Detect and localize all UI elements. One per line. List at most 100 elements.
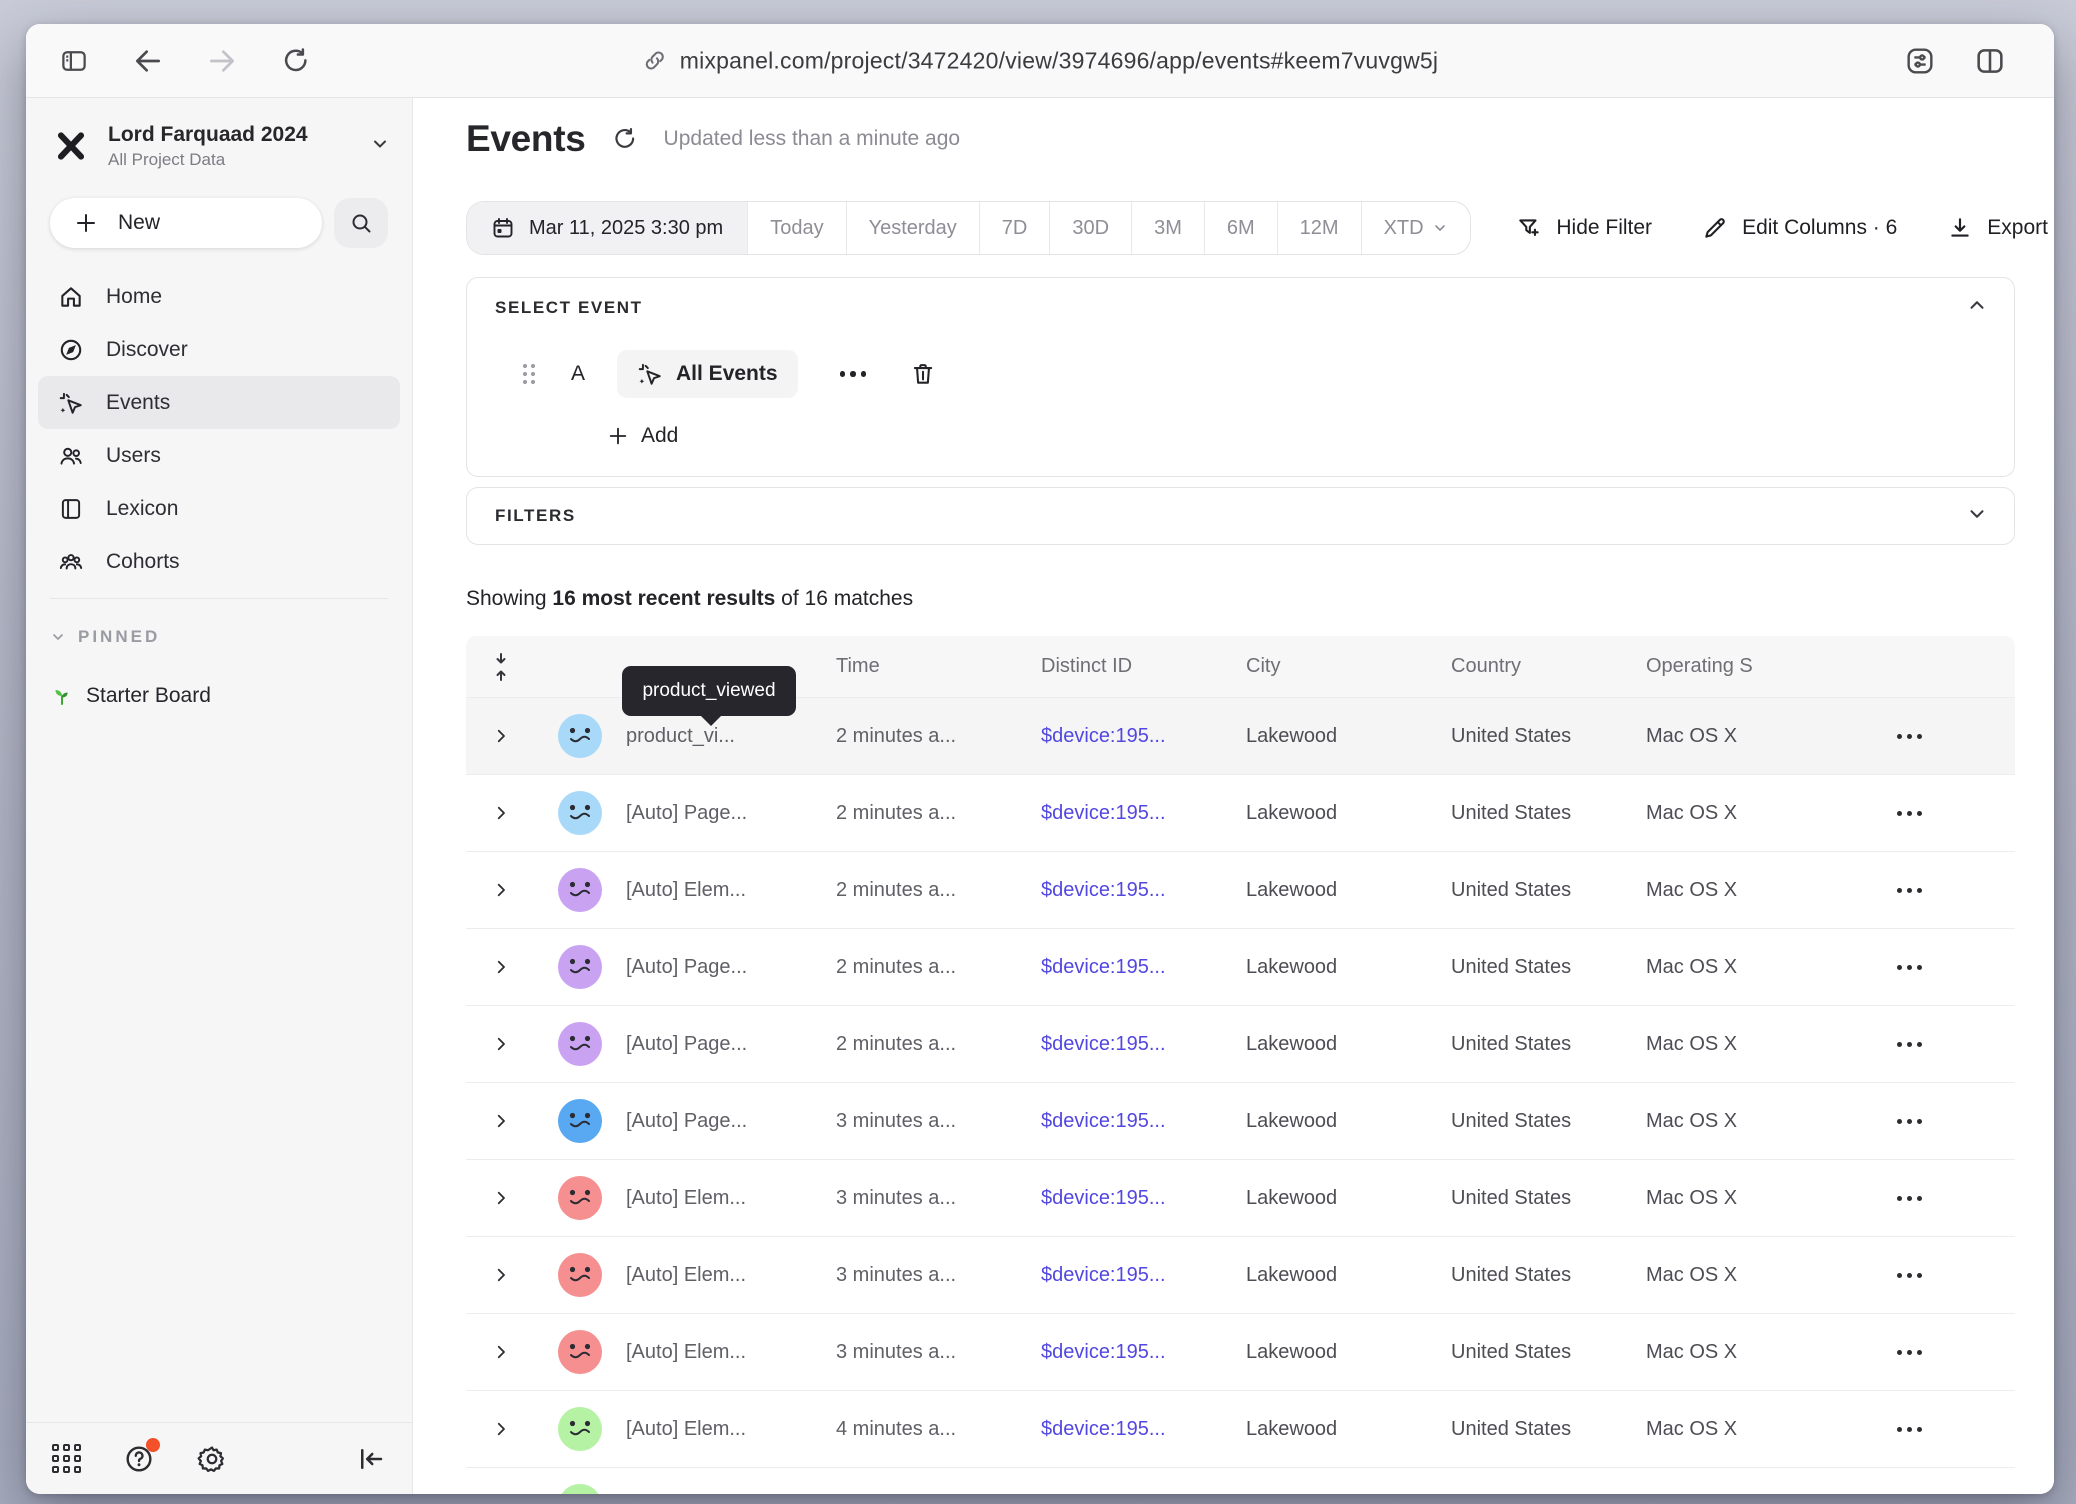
edit-columns-button[interactable]: Edit Columns · 6 bbox=[1702, 215, 1897, 241]
reload-icon[interactable] bbox=[274, 39, 318, 83]
mixpanel-logo bbox=[50, 125, 92, 167]
event-spark-icon bbox=[637, 361, 663, 387]
sidebar-item-lexicon[interactable]: Lexicon bbox=[38, 482, 400, 535]
sidebar-item-users[interactable]: Users bbox=[38, 429, 400, 482]
table-row[interactable]: [Auto] Page... 2 minutes a... $device:19… bbox=[466, 1006, 2015, 1083]
forward-icon[interactable] bbox=[200, 39, 244, 83]
table-row[interactable]: [Auto] Elem... 2 minutes a... $device:19… bbox=[466, 852, 2015, 929]
drag-handle[interactable] bbox=[523, 364, 535, 384]
expand-row-icon[interactable] bbox=[492, 958, 510, 976]
range-7d[interactable]: 7D bbox=[980, 202, 1051, 254]
collapse-rows-icon[interactable] bbox=[491, 651, 511, 683]
city-cell: Lakewood bbox=[1246, 802, 1451, 825]
expand-row-icon[interactable] bbox=[492, 804, 510, 822]
chevron-up-icon[interactable] bbox=[1966, 294, 1988, 321]
distinct-id-link[interactable]: $device:195... bbox=[1041, 1110, 1246, 1133]
distinct-id-link[interactable]: $device:195... bbox=[1041, 956, 1246, 979]
row-actions-icon[interactable] bbox=[1897, 965, 2015, 970]
hide-filter-button[interactable]: Hide Filter bbox=[1516, 215, 1652, 241]
sidebar-item-events[interactable]: Events bbox=[38, 376, 400, 429]
export-button[interactable]: Export bbox=[1947, 215, 2048, 241]
expand-row-icon[interactable] bbox=[492, 1035, 510, 1053]
refresh-icon[interactable] bbox=[612, 126, 638, 152]
cohorts-icon bbox=[58, 549, 84, 575]
row-actions-icon[interactable] bbox=[1897, 888, 2015, 893]
distinct-id-link[interactable]: $device:195... bbox=[1041, 1341, 1246, 1364]
table-row[interactable]: [Auto] Elem... 3 minutes a... $device:19… bbox=[466, 1160, 2015, 1237]
row-actions-icon[interactable] bbox=[1897, 1273, 2015, 1278]
expand-row-icon[interactable] bbox=[492, 1266, 510, 1284]
row-actions-icon[interactable] bbox=[1897, 811, 2015, 816]
sidebar-divider bbox=[50, 598, 388, 599]
range-yesterday[interactable]: Yesterday bbox=[847, 202, 980, 254]
new-button[interactable]: New bbox=[50, 198, 322, 248]
pinned-section-header[interactable]: PINNED bbox=[50, 622, 160, 652]
trash-icon[interactable] bbox=[910, 361, 936, 387]
expand-row-icon[interactable] bbox=[492, 1112, 510, 1130]
time-cell: 3 minutes a... bbox=[836, 1264, 1041, 1287]
tooltip: product_viewed bbox=[622, 666, 796, 716]
range-12m[interactable]: 12M bbox=[1278, 202, 1362, 254]
more-options-icon[interactable] bbox=[840, 371, 867, 377]
project-switcher[interactable]: Lord Farquaad 2024 All Project Data bbox=[50, 114, 396, 178]
distinct-id-link[interactable]: $device:195... bbox=[1041, 725, 1246, 748]
country-cell: United States bbox=[1451, 802, 1646, 825]
row-actions-icon[interactable] bbox=[1897, 1196, 2015, 1201]
row-actions-icon[interactable] bbox=[1897, 1427, 2015, 1432]
event-avatar bbox=[558, 1330, 602, 1374]
page-title: Events bbox=[466, 118, 586, 160]
settings-gear-icon[interactable] bbox=[197, 1444, 227, 1474]
expand-row-icon[interactable] bbox=[492, 1343, 510, 1361]
distinct-id-link[interactable]: $device:195... bbox=[1041, 879, 1246, 902]
os-cell: Mac OS X bbox=[1646, 879, 1871, 902]
expand-row-icon[interactable] bbox=[492, 727, 510, 745]
table-row[interactable]: [Auto] Elem... 3 minutes a... $device:19… bbox=[466, 1237, 2015, 1314]
range-30d[interactable]: 30D bbox=[1050, 202, 1132, 254]
sidebar-item-home[interactable]: Home bbox=[38, 270, 400, 323]
row-actions-icon[interactable] bbox=[1897, 734, 2015, 739]
back-icon[interactable] bbox=[126, 39, 170, 83]
time-cell: 3 minutes a... bbox=[836, 1187, 1041, 1210]
address-bar[interactable]: mixpanel.com/project/3472420/view/397469… bbox=[642, 47, 1438, 74]
sidebar-item-cohorts[interactable]: Cohorts bbox=[38, 535, 400, 588]
event-avatar bbox=[558, 1253, 602, 1297]
range-3m[interactable]: 3M bbox=[1132, 202, 1205, 254]
city-cell: Lakewood bbox=[1246, 956, 1451, 979]
reader-options-icon[interactable] bbox=[1898, 39, 1942, 83]
expand-row-icon[interactable] bbox=[492, 1189, 510, 1207]
distinct-id-link[interactable]: $device:195... bbox=[1041, 1264, 1246, 1287]
sidebar-item-starter-board[interactable]: Starter Board bbox=[50, 676, 211, 716]
sidebar-toggle-icon[interactable] bbox=[52, 39, 96, 83]
sidebar-item-label: Users bbox=[106, 444, 161, 468]
add-event-button[interactable]: Add bbox=[607, 424, 678, 448]
distinct-id-link[interactable]: $device:195... bbox=[1041, 1418, 1246, 1441]
range-xtd[interactable]: XTD bbox=[1362, 202, 1470, 254]
date-label: Mar 11, 2025 3:30 pm bbox=[529, 217, 723, 240]
table-row[interactable]: [Auto] Page... 2 minutes a... $device:19… bbox=[466, 929, 2015, 1006]
table-row[interactable]: [Auto] Page... 3 minutes a... $device:19… bbox=[466, 1083, 2015, 1160]
sidebar-item-discover[interactable]: Discover bbox=[38, 323, 400, 376]
apps-grid-icon[interactable] bbox=[52, 1444, 81, 1473]
range-today[interactable]: Today bbox=[748, 202, 846, 254]
distinct-id-link[interactable]: $device:195... bbox=[1041, 802, 1246, 825]
table-row[interactable]: [Auto] Elem... 4 minutes a... $device:19… bbox=[466, 1391, 2015, 1468]
table-row[interactable]: [Auto] Elem... 3 minutes a... $device:19… bbox=[466, 1314, 2015, 1391]
chevron-down-icon[interactable] bbox=[1966, 503, 1988, 530]
table-row[interactable] bbox=[466, 1468, 2015, 1494]
table-row[interactable]: [Auto] Page... 2 minutes a... $device:19… bbox=[466, 775, 2015, 852]
expand-row-icon[interactable] bbox=[492, 881, 510, 899]
split-view-icon[interactable] bbox=[1968, 39, 2012, 83]
help-icon[interactable] bbox=[123, 1443, 155, 1475]
row-actions-icon[interactable] bbox=[1897, 1042, 2015, 1047]
event-selector-pill[interactable]: All Events bbox=[617, 350, 798, 398]
search-button[interactable] bbox=[334, 198, 388, 248]
expand-row-icon[interactable] bbox=[492, 1420, 510, 1438]
range-6m[interactable]: 6M bbox=[1205, 202, 1278, 254]
select-event-title: SELECT EVENT bbox=[495, 298, 643, 318]
distinct-id-link[interactable]: $device:195... bbox=[1041, 1033, 1246, 1056]
row-actions-icon[interactable] bbox=[1897, 1350, 2015, 1355]
distinct-id-link[interactable]: $device:195... bbox=[1041, 1187, 1246, 1210]
collapse-sidebar-icon[interactable] bbox=[356, 1444, 386, 1474]
row-actions-icon[interactable] bbox=[1897, 1119, 2015, 1124]
date-picker-button[interactable]: Mar 11, 2025 3:30 pm bbox=[467, 202, 748, 254]
